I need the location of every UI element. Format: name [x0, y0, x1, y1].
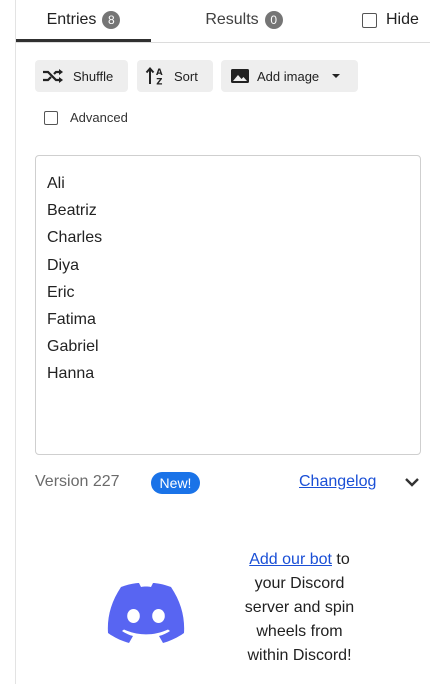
caret-down-icon	[331, 73, 341, 79]
changelog-link[interactable]: Changelog	[299, 473, 376, 491]
add-image-label: Add image	[257, 68, 320, 84]
add-bot-link[interactable]: Add our bot	[249, 551, 332, 568]
tab-entries-label: Entries	[46, 11, 97, 28]
sort-alpha-icon: A Z	[145, 66, 165, 86]
hide-label: Hide	[386, 11, 419, 28]
entry-line: Gabriel	[47, 338, 99, 356]
advanced-label: Advanced	[70, 110, 128, 125]
discord-text-line5: within Discord!	[247, 647, 352, 664]
chevron-down-icon[interactable]	[404, 475, 420, 493]
new-badge: New!	[151, 472, 200, 494]
discord-logo-icon	[106, 583, 186, 648]
tab-results-label: Results	[205, 11, 259, 28]
sort-button[interactable]: A Z Sort	[137, 60, 213, 92]
entry-line: Hanna	[47, 365, 95, 383]
discord-text-line1: to	[331, 551, 350, 568]
discord-promo-text: Add our bot to your Discord server and s…	[222, 548, 377, 668]
entry-line: Charles	[47, 229, 103, 247]
discord-text-line4: wheels from	[256, 623, 343, 640]
entry-line: Diya	[47, 256, 80, 274]
hide-checkbox[interactable]	[362, 12, 377, 28]
entry-line: Ali	[47, 175, 65, 192]
tab-bar: Entries 8 Results 0 Hide	[16, 0, 430, 43]
add-image-button[interactable]: Add image	[221, 60, 358, 92]
entries-count-badge: 8	[102, 11, 121, 29]
entry-line: Eric	[47, 283, 75, 301]
hide-toggle[interactable]: Hide	[362, 0, 419, 40]
discord-text-line3: server and spin	[244, 599, 355, 616]
tab-results[interactable]: Results 0	[172, 0, 316, 40]
image-icon	[230, 67, 250, 85]
shuffle-icon	[42, 68, 64, 84]
results-count-badge: 0	[264, 11, 283, 29]
panel-left-border	[15, 0, 16, 684]
shuffle-button[interactable]: Shuffle	[35, 60, 128, 92]
advanced-checkbox[interactable]	[44, 110, 58, 125]
svg-text:A: A	[156, 68, 163, 78]
entry-line: Beatriz	[47, 202, 97, 220]
entry-line: Fatima	[47, 311, 96, 329]
version-row: Version 227 New! Changelog	[35, 470, 430, 498]
advanced-toggle[interactable]: Advanced	[44, 110, 128, 125]
tab-entries[interactable]: Entries 8	[16, 0, 151, 40]
version-text: Version 227	[35, 473, 120, 490]
sort-label: Sort	[174, 68, 198, 84]
entries-textarea[interactable]: Ali Beatriz Charles Diya Eric Fatima Gab…	[35, 155, 421, 455]
shuffle-label: Shuffle	[73, 68, 114, 84]
discord-text-line2: your Discord	[254, 575, 345, 592]
active-tab-indicator	[16, 39, 151, 42]
svg-text:Z: Z	[156, 78, 162, 87]
